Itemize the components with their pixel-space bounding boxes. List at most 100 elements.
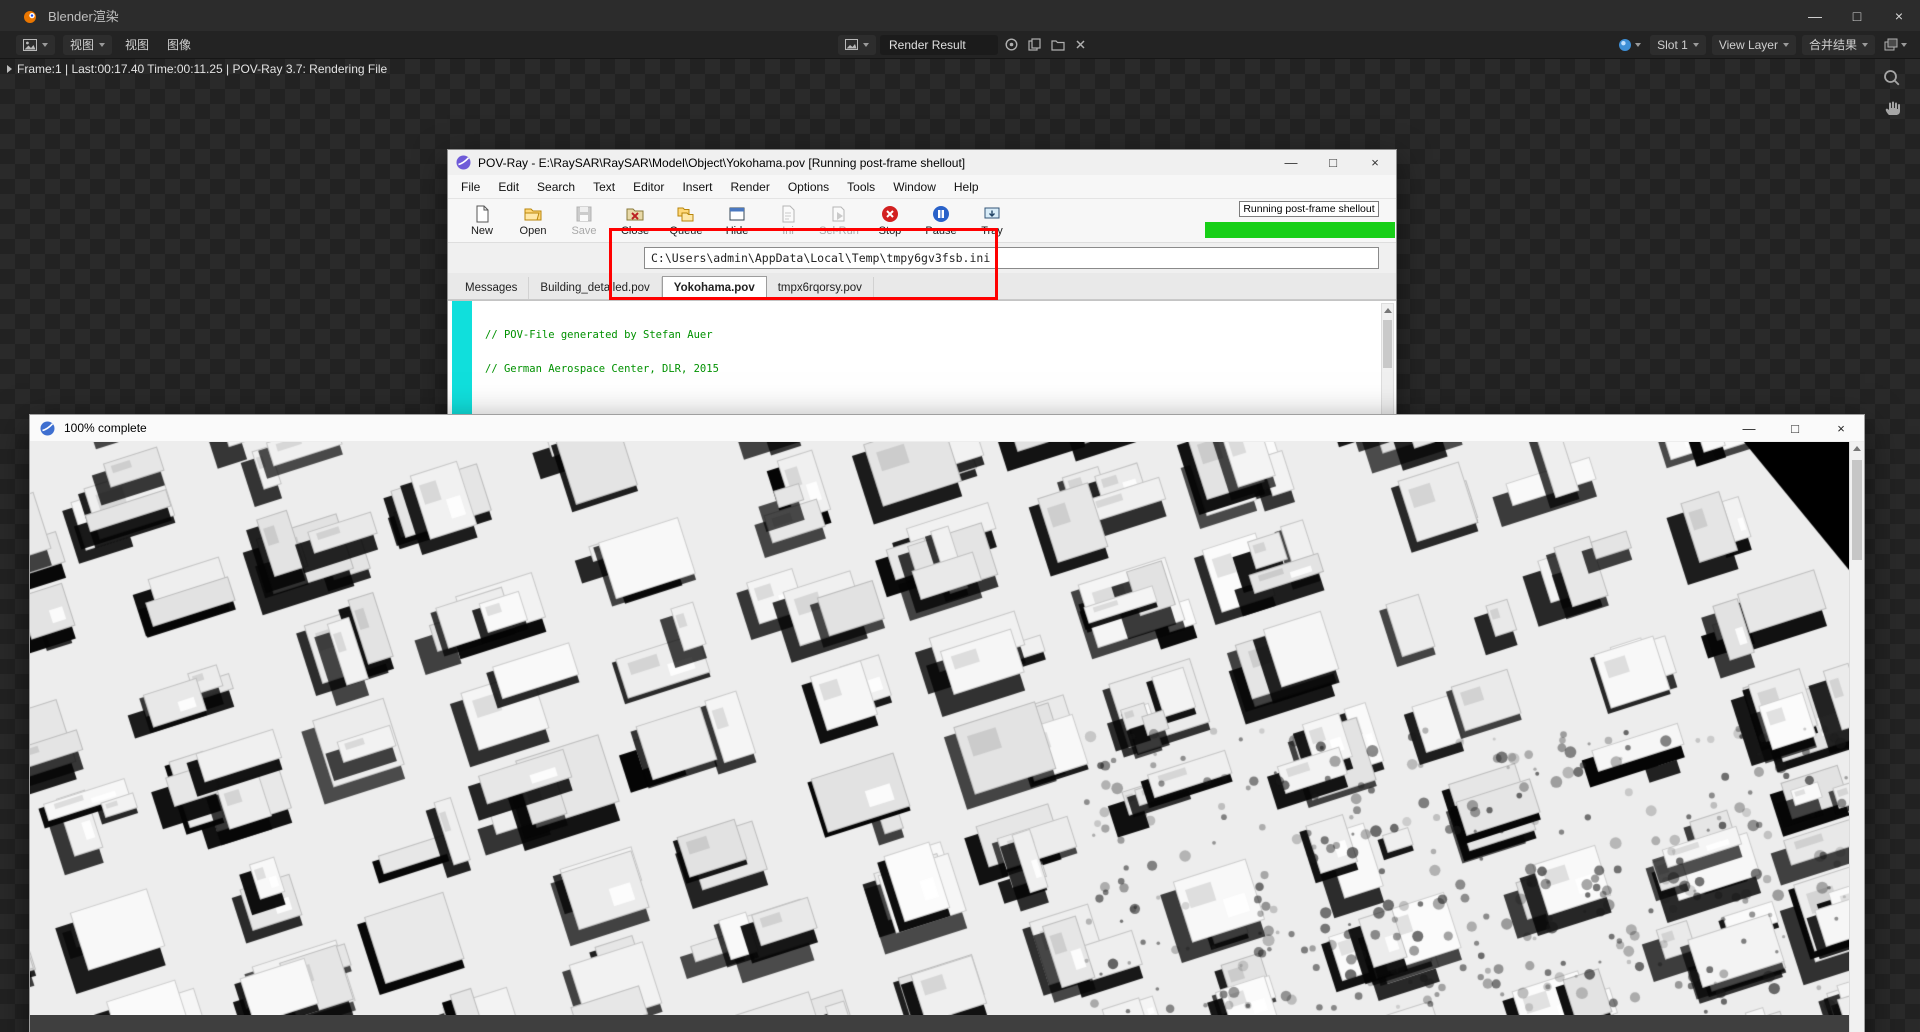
sphere-icon <box>1618 38 1632 52</box>
tray-icon <box>982 204 1002 224</box>
rendered-city-image <box>30 442 1849 1015</box>
ini-file-icon <box>778 204 798 224</box>
render-window: 100% complete — □ × <box>29 414 1865 1032</box>
new-file-icon <box>472 204 492 224</box>
scroll-up-icon[interactable] <box>1853 446 1861 451</box>
save-disk-icon <box>574 204 594 224</box>
blender-window-title: Blender渲染 <box>48 6 119 25</box>
view-mode-dropdown[interactable]: 视图 <box>63 35 112 55</box>
image-name-field[interactable]: Render Result <box>880 35 998 55</box>
tab-yokohama[interactable]: Yokohama.pov <box>662 276 767 299</box>
hand-icon[interactable] <box>1882 98 1902 118</box>
chevron-down-icon <box>42 43 48 47</box>
slot-dropdown[interactable]: Slot 1 <box>1650 35 1706 55</box>
tab-messages[interactable]: Messages <box>454 277 529 299</box>
menu-image[interactable]: 图像 <box>162 36 196 53</box>
code-line: // German Aerospace Center, DLR, 2015 <box>485 364 1396 375</box>
render-vertical-scrollbar[interactable] <box>1849 442 1864 1032</box>
pause-icon <box>931 204 951 224</box>
render-maximize-button[interactable]: □ <box>1772 415 1818 441</box>
sel-run-button: Sel-Run <box>814 200 864 242</box>
chevron-down-icon <box>1901 43 1907 47</box>
editor-tabs: Messages Building_detailed.pov Yokohama.… <box>448 273 1396 300</box>
menu-search[interactable]: Search <box>528 180 584 194</box>
ini-path-row: C:\Users\admin\AppData\Local\Temp\tmpy6g… <box>448 243 1396 273</box>
unlink-image-button[interactable] <box>1072 35 1089 55</box>
blender-image-editor-header: 视图 视图 图像 Render Result <box>0 31 1920 59</box>
povray-render-icon <box>40 421 55 436</box>
open-button[interactable]: Open <box>508 200 558 242</box>
blender-minimize-button[interactable]: — <box>1794 0 1836 31</box>
tray-button[interactable]: Tray <box>967 200 1017 242</box>
render-pass-dropdown[interactable]: 合并结果 <box>1802 35 1875 55</box>
chevron-down-icon <box>1693 43 1699 47</box>
stop-button[interactable]: Stop <box>865 200 915 242</box>
povray-toolbar: New Open Save Close Queue Hide <box>448 199 1396 243</box>
menu-render[interactable]: Render <box>721 180 778 194</box>
render-scrollbar-thumb[interactable] <box>1852 460 1862 560</box>
view-layer-dropdown[interactable]: View Layer <box>1712 35 1796 55</box>
menu-insert[interactable]: Insert <box>673 180 721 194</box>
render-window-titlebar: 100% complete — □ × <box>30 415 1864 442</box>
stop-icon <box>880 204 900 224</box>
pause-button[interactable]: Pause <box>916 200 966 242</box>
browse-image-dropdown[interactable] <box>838 35 876 55</box>
hide-window-icon <box>727 204 747 224</box>
new-image-button[interactable] <box>1025 35 1044 55</box>
new-button[interactable]: New <box>457 200 507 242</box>
render-window-title: 100% complete <box>64 421 147 435</box>
chevron-down-icon <box>99 43 105 47</box>
render-progress-fill <box>1205 222 1395 238</box>
blender-close-button[interactable]: × <box>1878 0 1920 31</box>
code-line: // POV-File generated by Stefan Auer <box>485 330 1396 341</box>
chevron-down-icon <box>1635 43 1641 47</box>
open-folder-icon <box>523 204 543 224</box>
render-status-text: Frame:1 | Last:00:17.40 Time:00:11.25 | … <box>17 62 387 76</box>
shield-icon[interactable] <box>1002 35 1021 55</box>
povray-menubar: File Edit Search Text Editor Insert Rend… <box>448 175 1396 199</box>
view-layer-label: View Layer <box>1719 38 1778 52</box>
povray-titlebar: POV-Ray - E:\RaySAR\RaySAR\Model\Object\… <box>448 150 1396 175</box>
tab-tmpx6rqorsy[interactable]: tmpx6rqorsy.pov <box>767 277 874 299</box>
menu-options[interactable]: Options <box>779 180 838 194</box>
ini-path-field[interactable]: C:\Users\admin\AppData\Local\Temp\tmpy6g… <box>644 247 1379 269</box>
image-icon <box>845 39 858 50</box>
render-progress-bar <box>1205 222 1395 238</box>
tab-building-detailed[interactable]: Building_detailed.pov <box>529 277 661 299</box>
collapse-arrow-icon[interactable] <box>7 65 12 73</box>
menu-edit[interactable]: Edit <box>489 180 528 194</box>
render-minimize-button[interactable]: — <box>1726 415 1772 441</box>
render-close-button[interactable]: × <box>1818 415 1864 441</box>
chevron-down-icon <box>1862 43 1868 47</box>
menu-tools[interactable]: Tools <box>838 180 884 194</box>
menu-view[interactable]: 视图 <box>120 36 154 53</box>
zoom-icon[interactable] <box>1882 68 1902 88</box>
povray-minimize-button[interactable]: — <box>1270 150 1312 175</box>
chevron-down-icon <box>1783 43 1789 47</box>
slot-label: Slot 1 <box>1657 38 1688 52</box>
scroll-up-icon[interactable] <box>1384 308 1392 313</box>
povray-maximize-button[interactable]: □ <box>1312 150 1354 175</box>
blender-maximize-button[interactable]: □ <box>1836 0 1878 31</box>
sphere-icon-dropdown[interactable] <box>1615 35 1644 55</box>
hide-button[interactable]: Hide <box>712 200 762 242</box>
menu-file[interactable]: File <box>452 180 489 194</box>
open-image-button[interactable] <box>1048 35 1068 55</box>
menu-editor[interactable]: Editor <box>624 180 673 194</box>
queue-icon <box>676 204 696 224</box>
editor-type-dropdown[interactable] <box>16 35 55 55</box>
render-pass-label: 合并结果 <box>1809 36 1857 53</box>
close-button[interactable]: Close <box>610 200 660 242</box>
povray-close-button[interactable]: × <box>1354 150 1396 175</box>
layers-icon <box>1884 38 1898 51</box>
shellout-status-label: Running post-frame shellout <box>1239 201 1379 217</box>
queue-button[interactable]: Queue <box>661 200 711 242</box>
render-window-controls: — □ × <box>1726 415 1864 441</box>
chevron-down-icon <box>863 43 869 47</box>
display-channels-dropdown[interactable] <box>1881 35 1910 55</box>
menu-text[interactable]: Text <box>584 180 624 194</box>
viewport-gizmos <box>1882 68 1902 118</box>
editor-scrollbar-thumb[interactable] <box>1383 320 1392 368</box>
menu-help[interactable]: Help <box>945 180 988 194</box>
menu-window[interactable]: Window <box>884 180 945 194</box>
